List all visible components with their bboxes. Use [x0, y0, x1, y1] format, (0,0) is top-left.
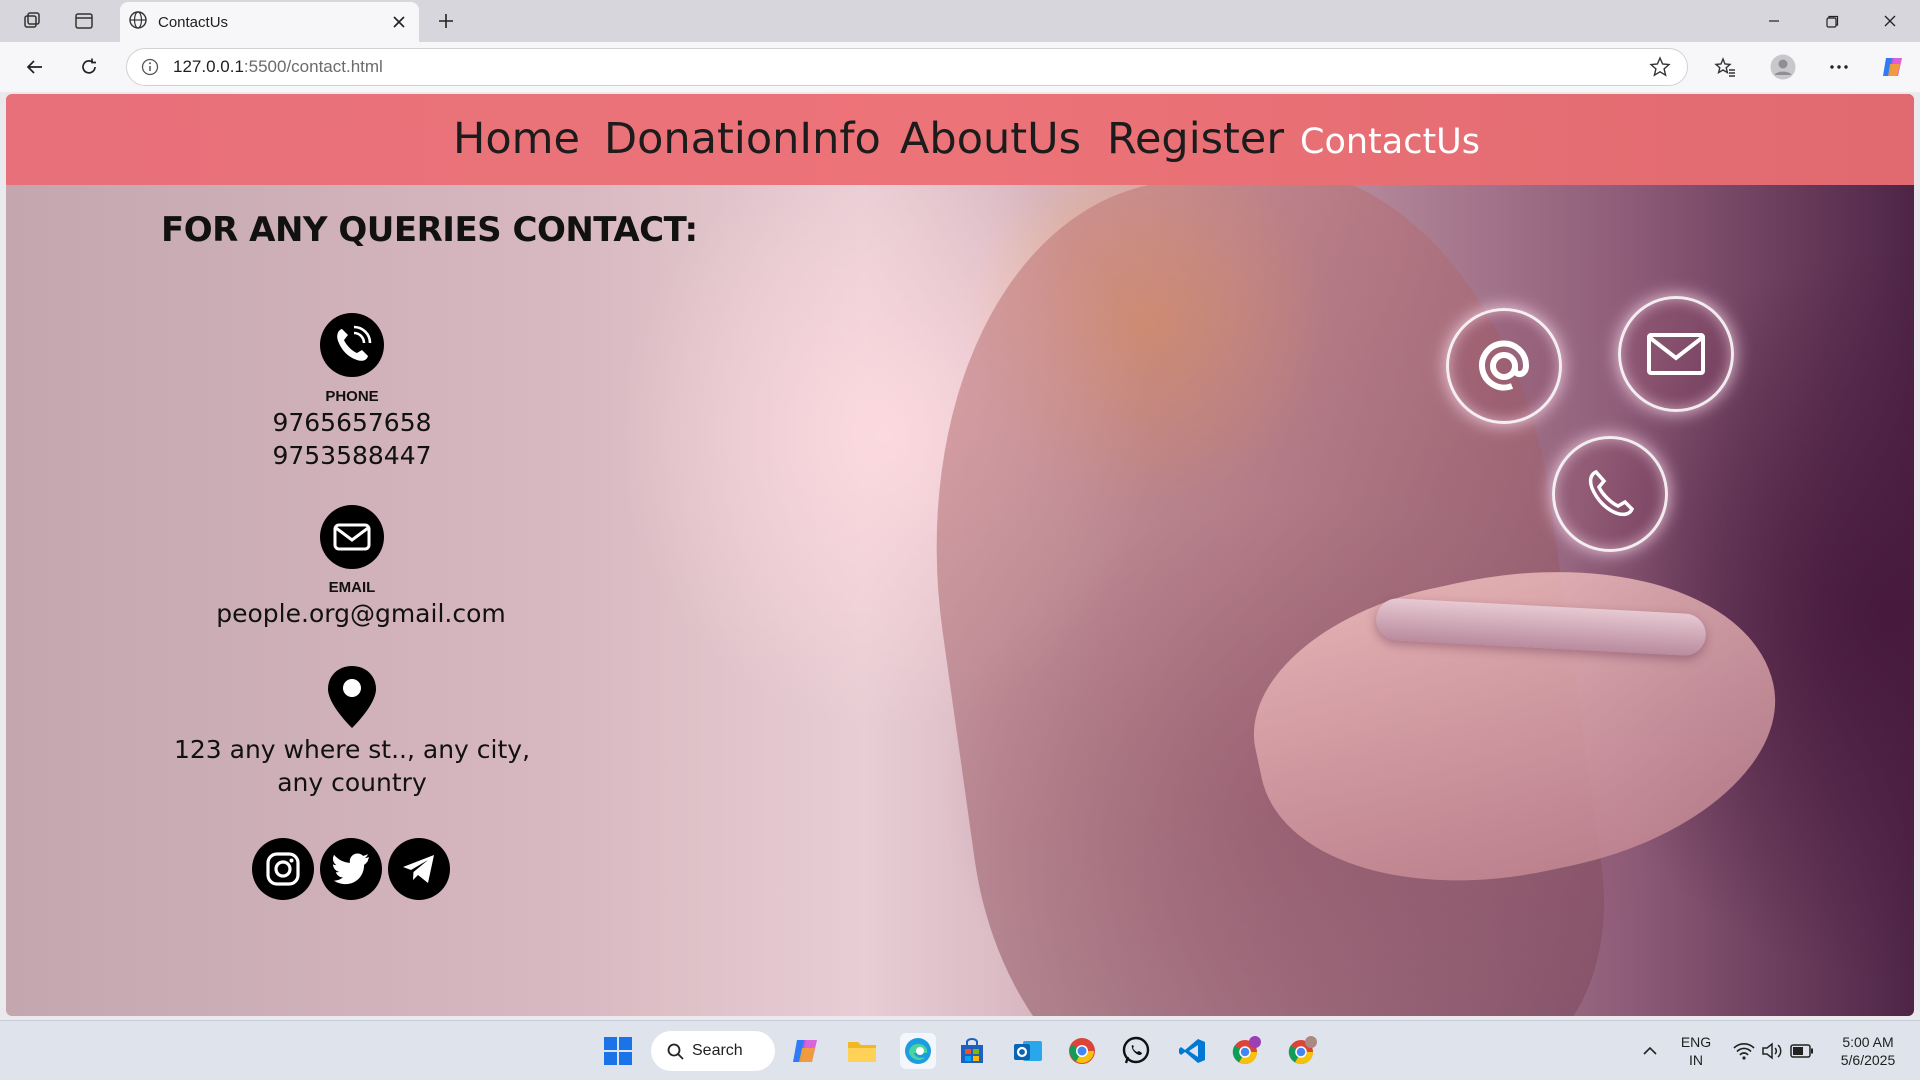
browser-tabstrip: ContactUs: [0, 0, 1920, 42]
phone-bubble-icon: [1552, 436, 1668, 552]
nav-contactus[interactable]: ContactUs: [1300, 122, 1480, 162]
windows-taskbar: Search ENG IN 5:00 AM 5/6/2025: [0, 1020, 1920, 1080]
copilot-app-icon[interactable]: [788, 1033, 824, 1069]
phone-number-2: 9753588447: [272, 441, 432, 470]
copilot-icon[interactable]: [1876, 51, 1910, 83]
taskbar-search[interactable]: Search: [651, 1031, 775, 1071]
nav-aboutus[interactable]: AboutUs: [900, 114, 1081, 164]
new-tab-button[interactable]: [430, 7, 462, 35]
reload-icon[interactable]: [72, 51, 106, 83]
browser-toolbar: 127.0.0.1:5500/contact.html: [0, 42, 1920, 92]
outlook-icon[interactable]: [1010, 1033, 1046, 1069]
clock-date: 5/6/2025: [1840, 1052, 1896, 1068]
tab-title: ContactUs: [158, 13, 229, 31]
clock-time: 5:00 AM: [1842, 1034, 1894, 1050]
instagram-icon[interactable]: [252, 838, 314, 900]
back-arrow-icon[interactable]: [18, 51, 52, 83]
search-label: Search: [692, 1042, 743, 1059]
close-window-icon[interactable]: [1862, 0, 1918, 42]
language-code: ENG: [1680, 1034, 1712, 1050]
region-code: IN: [1689, 1052, 1703, 1068]
windows-start-icon[interactable]: [600, 1033, 636, 1069]
phone-number-1: 9765657658: [272, 408, 432, 437]
address-bar[interactable]: 127.0.0.1:5500/contact.html: [126, 48, 1688, 86]
envelope-bubble-icon: [1618, 296, 1734, 412]
chrome-icon[interactable]: [1064, 1033, 1100, 1069]
mail-icon: [320, 505, 384, 569]
email-label: EMAIL: [328, 579, 376, 596]
show-hidden-icons-chevron[interactable]: [1632, 1033, 1668, 1069]
site-navbar: Home DonationInfo AboutUs Register Conta…: [6, 94, 1914, 185]
file-explorer-icon[interactable]: [844, 1033, 880, 1069]
twitter-icon[interactable]: [320, 838, 382, 900]
url-path: :5500/contact.html: [243, 57, 383, 76]
restore-icon[interactable]: [1804, 0, 1860, 42]
microsoft-store-icon[interactable]: [954, 1033, 990, 1069]
url-host: 127.0.0.1: [173, 57, 244, 76]
at-sign-bubble-icon: [1446, 308, 1562, 424]
workspaces-icon[interactable]: [16, 7, 48, 35]
search-icon: [667, 1043, 684, 1060]
language-indicator[interactable]: ENG IN: [1674, 1033, 1718, 1069]
globe-icon: [128, 10, 148, 35]
nav-home[interactable]: Home: [453, 114, 580, 164]
favorite-star-icon[interactable]: [1649, 56, 1671, 83]
chrome-profile-b-icon[interactable]: [1284, 1033, 1320, 1069]
edge-browser-icon[interactable]: [900, 1033, 936, 1069]
close-tab-icon[interactable]: [385, 8, 413, 36]
address-line-2: any country: [277, 768, 427, 797]
favorites-icon[interactable]: [1708, 51, 1742, 83]
phone-label: PHONE: [325, 388, 379, 405]
browser-tab-active[interactable]: ContactUs: [120, 2, 419, 42]
phone-icon: [320, 313, 384, 377]
page-heading: FOR ANY QUERIES CONTACT:: [161, 210, 698, 250]
more-options-icon[interactable]: [1822, 51, 1856, 83]
chrome-profile-s-icon[interactable]: [1228, 1033, 1264, 1069]
system-clock[interactable]: 5:00 AM 5/6/2025: [1828, 1033, 1908, 1069]
telegram-icon[interactable]: [388, 838, 450, 900]
location-pin-icon: [324, 664, 380, 730]
tab-actions-icon[interactable]: [68, 7, 100, 35]
nav-register[interactable]: Register: [1107, 114, 1284, 164]
whatsapp-icon[interactable]: [1118, 1033, 1154, 1069]
profile-avatar-icon[interactable]: [1766, 51, 1800, 83]
page-viewport: Home DonationInfo AboutUs Register Conta…: [6, 94, 1914, 1016]
nav-donationinfo[interactable]: DonationInfo: [604, 114, 881, 164]
email-address[interactable]: people.org@gmail.com: [161, 599, 561, 628]
minimize-icon[interactable]: [1746, 0, 1802, 42]
address-line-1: 123 any where st.., any city,: [173, 735, 531, 764]
site-info-icon[interactable]: [127, 58, 173, 76]
vscode-icon[interactable]: [1174, 1033, 1210, 1069]
battery-icon[interactable]: [1784, 1033, 1820, 1069]
